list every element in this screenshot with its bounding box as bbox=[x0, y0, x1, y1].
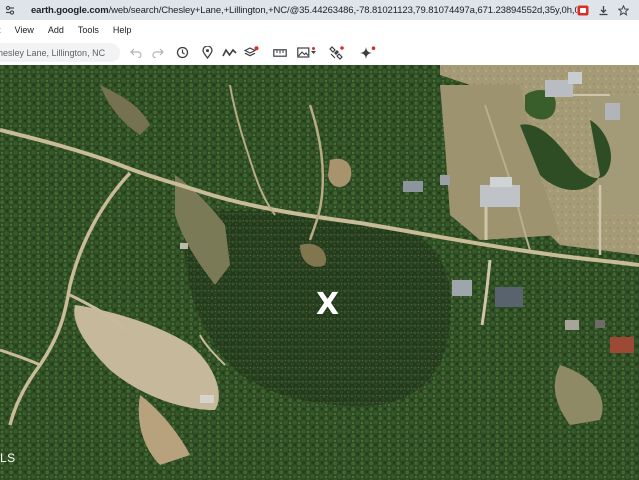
download-icon[interactable] bbox=[597, 4, 609, 16]
history-icon[interactable] bbox=[168, 40, 196, 65]
menu-help[interactable]: Help bbox=[106, 25, 139, 35]
satellite-map-view[interactable]: X LS bbox=[0, 65, 639, 480]
path-icon[interactable] bbox=[218, 40, 240, 65]
satellite-icon[interactable] bbox=[322, 40, 350, 65]
redo-icon[interactable] bbox=[148, 40, 168, 65]
undo-icon[interactable] bbox=[124, 40, 148, 65]
search-input[interactable] bbox=[0, 47, 116, 58]
map-marker-x: X bbox=[316, 287, 340, 322]
app-menu-bar: t View Add Tools Help bbox=[0, 20, 639, 40]
menu-view[interactable]: View bbox=[8, 25, 41, 35]
url-path: /web/search/Chesley+Lane,+Lillington,+NC… bbox=[108, 4, 577, 16]
ruler-icon[interactable] bbox=[266, 40, 294, 65]
extension-icon[interactable] bbox=[577, 4, 589, 16]
url-domain: earth.google.com bbox=[31, 4, 109, 16]
site-settings-icon[interactable] bbox=[2, 2, 18, 18]
menu-tools[interactable]: Tools bbox=[71, 25, 106, 35]
menu-add[interactable]: Add bbox=[41, 25, 71, 35]
gemini-sparkle-icon[interactable] bbox=[354, 40, 382, 65]
browser-address-bar: earth.google.com/web/search/Chesley+Lane… bbox=[0, 0, 639, 21]
toolbar bbox=[0, 40, 639, 66]
bookmark-star-icon[interactable] bbox=[617, 4, 629, 16]
search-box[interactable] bbox=[0, 43, 120, 62]
map-corner-label: LS bbox=[0, 451, 16, 465]
layers-icon[interactable] bbox=[240, 40, 262, 65]
image-overlay-icon[interactable] bbox=[294, 40, 320, 65]
placemark-icon[interactable] bbox=[196, 40, 218, 65]
url-field[interactable]: earth.google.com/web/search/Chesley+Lane… bbox=[31, 5, 577, 16]
menu-edit[interactable]: t bbox=[0, 25, 8, 35]
satellite-imagery bbox=[0, 65, 639, 480]
